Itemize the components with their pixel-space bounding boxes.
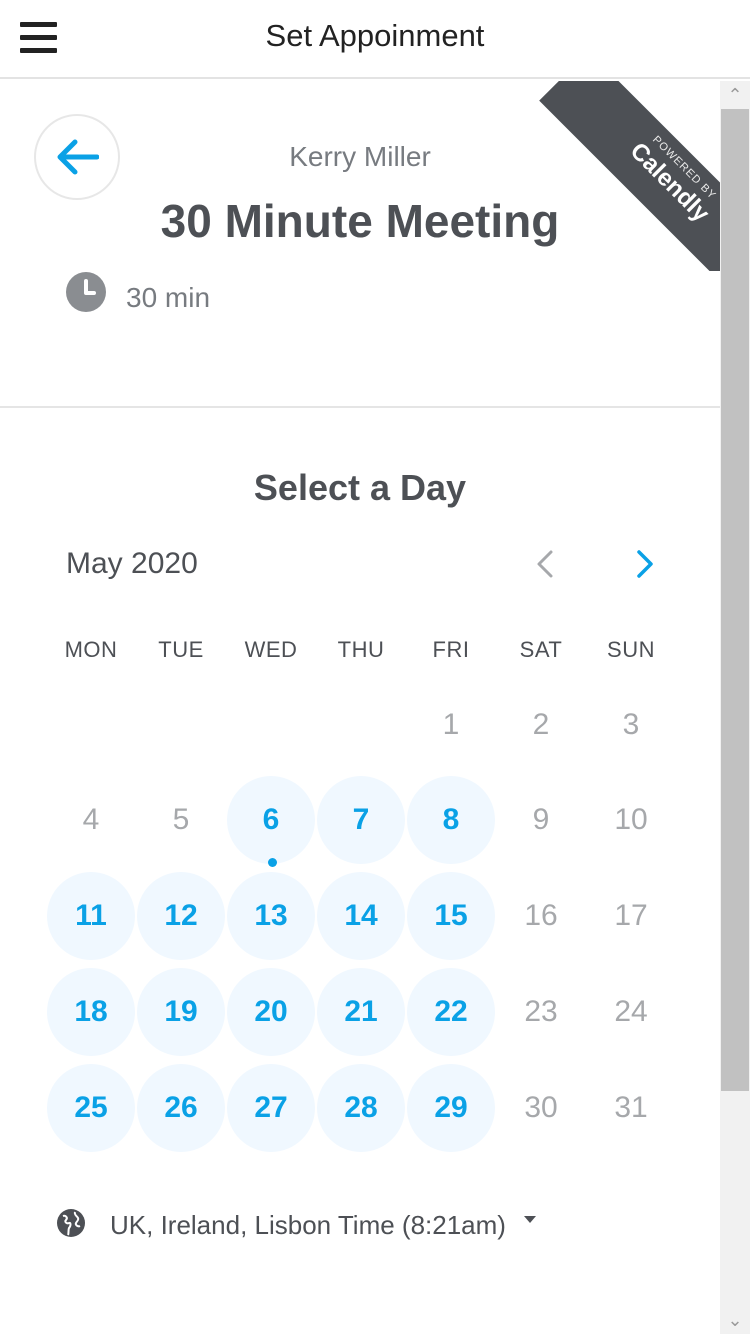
calendar-day-available[interactable]: 29 bbox=[407, 1064, 495, 1152]
calendar-day: 31 bbox=[614, 1091, 648, 1124]
scroll-up-icon[interactable]: ⌃ bbox=[720, 81, 750, 109]
calendar-day: 2 bbox=[532, 708, 550, 741]
calendar-day-available[interactable]: 25 bbox=[47, 1064, 135, 1152]
powered-by-ribbon[interactable]: POWERED BY Calendly bbox=[520, 81, 720, 271]
caret-down-icon bbox=[524, 1216, 536, 1223]
scheduling-panel: Kerry Miller 30 Minute Meeting 30 min PO… bbox=[0, 81, 720, 1334]
calendar-day-available[interactable]: 7 bbox=[317, 776, 405, 864]
calendar-day: 10 bbox=[614, 803, 648, 836]
scrollbar[interactable]: ⌃ ⌄ bbox=[720, 81, 750, 1334]
today-indicator bbox=[268, 858, 277, 867]
calendar-day-available[interactable]: 28 bbox=[317, 1064, 405, 1152]
calendar-day: 23 bbox=[524, 995, 558, 1028]
calendar-day-available[interactable]: 13 bbox=[227, 872, 315, 960]
scrollbar-thumb[interactable] bbox=[721, 109, 749, 1091]
weekday-label: THU bbox=[337, 637, 385, 662]
calendar-day: 17 bbox=[614, 899, 648, 932]
timezone-label: UK, Ireland, Lisbon Time (8:21am) bbox=[110, 1210, 506, 1240]
calendar-day-available[interactable]: 19 bbox=[137, 968, 225, 1056]
calendar-day-available[interactable]: 11 bbox=[47, 872, 135, 960]
calendar-day: 3 bbox=[622, 708, 640, 741]
globe-icon bbox=[57, 1209, 85, 1237]
weekday-label: MON bbox=[64, 637, 118, 662]
weekday-label: SAT bbox=[519, 637, 563, 662]
clock-icon bbox=[66, 272, 106, 312]
calendar-day-available[interactable]: 22 bbox=[407, 968, 495, 1056]
calendar-day: 5 bbox=[172, 803, 190, 836]
calendar-day: 30 bbox=[524, 1091, 558, 1124]
weekday-label: WED bbox=[244, 637, 298, 662]
calendar-day-available[interactable]: 21 bbox=[317, 968, 405, 1056]
select-day-heading: Select a Day bbox=[253, 467, 467, 508]
calendar-day-available[interactable]: 18 bbox=[47, 968, 135, 1056]
calendar-day: 1 bbox=[442, 708, 460, 741]
calendar-day-available[interactable]: 14 bbox=[317, 872, 405, 960]
weekday-header: MON TUE WED THU FRI SAT SUN bbox=[46, 637, 676, 667]
page-title: Set Appoinment bbox=[265, 18, 485, 53]
calendar-day: 4 bbox=[82, 803, 100, 836]
chevron-left-icon[interactable] bbox=[527, 544, 563, 584]
app-bar: Set Appoinment bbox=[0, 0, 750, 79]
calendar-day: 24 bbox=[614, 995, 648, 1028]
calendar-day-available[interactable]: 20 bbox=[227, 968, 315, 1056]
calendar-day: 16 bbox=[524, 899, 558, 932]
divider bbox=[0, 406, 720, 408]
calendar-day-available[interactable]: 12 bbox=[137, 872, 225, 960]
calendar-day-available[interactable]: 27 bbox=[227, 1064, 315, 1152]
calendar-day-available[interactable]: 15 bbox=[407, 872, 495, 960]
event-duration: 30 min bbox=[126, 282, 211, 313]
scroll-down-icon[interactable]: ⌄ bbox=[720, 1306, 750, 1334]
calendar-day-available[interactable]: 6 bbox=[227, 776, 315, 864]
calendar-day-available[interactable]: 26 bbox=[137, 1064, 225, 1152]
weekday-label: SUN bbox=[607, 637, 655, 662]
weekday-label: TUE bbox=[158, 637, 204, 662]
chevron-right-icon[interactable] bbox=[627, 544, 663, 584]
calendar-day: 9 bbox=[532, 803, 550, 836]
weekday-label: FRI bbox=[432, 637, 470, 662]
month-label: May 2020 bbox=[66, 547, 198, 580]
calendar-day-available[interactable]: 8 bbox=[407, 776, 495, 864]
